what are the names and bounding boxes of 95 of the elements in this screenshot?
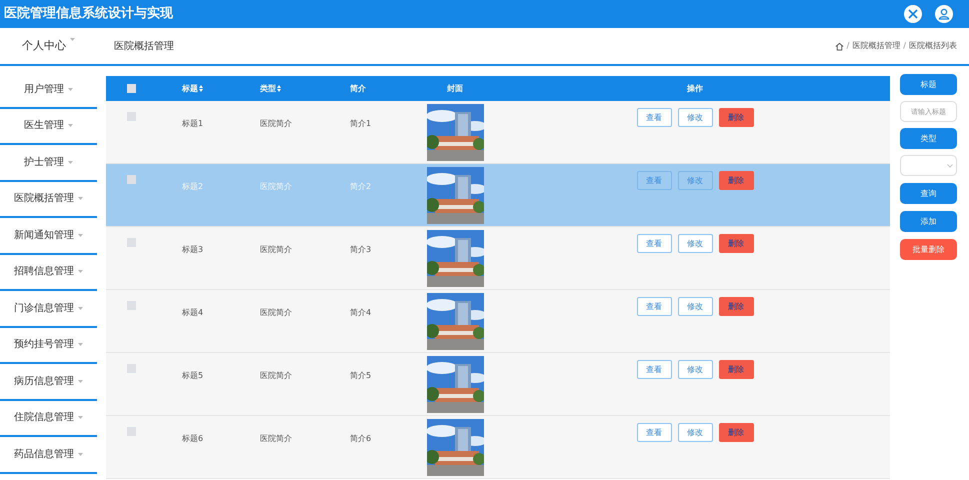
personal-center-menu[interactable]: 个人中心 bbox=[22, 38, 66, 54]
table-cell: 简介3 bbox=[350, 245, 372, 254]
chevron-icon bbox=[947, 164, 953, 168]
table-cell: 医院简介 bbox=[260, 245, 292, 254]
delete-button[interactable]: 删除 bbox=[718, 423, 754, 442]
sidebar-item[interactable]: 医院概括管理 bbox=[14, 191, 83, 206]
row-checkbox[interactable] bbox=[126, 112, 136, 121]
caret-icon bbox=[78, 234, 83, 237]
sidebar-item[interactable]: 病历信息管理 bbox=[14, 374, 83, 389]
column-header: 操作 bbox=[687, 82, 703, 94]
table-cell: 简介6 bbox=[350, 434, 372, 443]
table-row[interactable]: 标题3 医院简介 简介3 查看 修改 删除 bbox=[106, 227, 890, 290]
table-cell: 医院简介 bbox=[260, 182, 292, 191]
view-button[interactable]: 查看 bbox=[636, 297, 672, 316]
edit-button[interactable]: 修改 bbox=[678, 234, 712, 253]
caret-icon bbox=[78, 306, 83, 310]
table-cell: 简介5 bbox=[350, 371, 372, 380]
caret-icon bbox=[70, 38, 75, 41]
sidebar-item[interactable]: 护士管理 bbox=[24, 154, 73, 170]
table-cell: 医院简介 bbox=[260, 371, 292, 380]
breadcrumb-current: 医院概括列表 bbox=[909, 40, 957, 52]
batch-delete-button[interactable]: 批量删除 bbox=[900, 239, 957, 260]
user-icon[interactable] bbox=[935, 5, 953, 23]
table-cell: 标题1 bbox=[182, 119, 204, 128]
table-cell: 简介1 bbox=[350, 119, 372, 128]
type-select[interactable] bbox=[900, 155, 957, 176]
view-button[interactable]: 查看 bbox=[636, 108, 672, 127]
sidebar-item[interactable]: 医生管理 bbox=[24, 118, 73, 134]
table-row[interactable]: 标题2 医院简介 简介2 查看 修改 删除 bbox=[106, 164, 890, 227]
table-cell: 标题4 bbox=[182, 308, 204, 317]
row-checkbox[interactable] bbox=[126, 364, 136, 373]
sidebar-item[interactable]: 住院信息管理 bbox=[14, 410, 83, 426]
view-button[interactable]: 查看 bbox=[636, 360, 672, 379]
delete-button[interactable]: 删除 bbox=[718, 360, 754, 379]
edit-button[interactable]: 修改 bbox=[678, 108, 712, 127]
view-button[interactable]: 查看 bbox=[636, 423, 672, 442]
delete-button[interactable]: 删除 bbox=[718, 171, 754, 190]
edit-button[interactable]: 修改 bbox=[678, 297, 712, 316]
column-header: 简介 bbox=[350, 82, 366, 94]
table-cell: 标题2 bbox=[182, 182, 204, 191]
sortable-column-header[interactable]: 标题 bbox=[182, 82, 198, 94]
table-cell: 标题6 bbox=[182, 434, 204, 443]
breadcrumb-separator: / bbox=[846, 40, 850, 52]
table-cell: 标题3 bbox=[182, 245, 204, 254]
view-button[interactable]: 查看 bbox=[636, 234, 672, 253]
edit-button[interactable]: 修改 bbox=[678, 360, 712, 379]
row-checkbox[interactable] bbox=[126, 427, 136, 436]
sidebar-item[interactable]: 新闻通知管理 bbox=[14, 228, 83, 243]
table-row[interactable]: 标题5 医院简介 简介5 查看 修改 删除 bbox=[106, 353, 890, 416]
row-checkbox[interactable] bbox=[126, 238, 136, 247]
sidebar-item[interactable]: 预约挂号管理 bbox=[14, 337, 83, 352]
field-label: 标题 bbox=[900, 74, 957, 95]
column-header: 封面 bbox=[447, 82, 463, 94]
caret-icon bbox=[68, 88, 73, 91]
sidebar-item[interactable]: 招聘信息管理 bbox=[14, 264, 83, 280]
panel-button[interactable]: 查询 bbox=[900, 183, 957, 204]
sort-icon[interactable] bbox=[277, 85, 281, 92]
page-title: 医院概括管理 bbox=[114, 40, 174, 54]
row-checkbox[interactable] bbox=[126, 175, 136, 184]
delete-button[interactable]: 删除 bbox=[718, 108, 754, 127]
field-label: 类型 bbox=[900, 128, 957, 149]
table-cell: 简介2 bbox=[350, 182, 372, 191]
sortable-column-header[interactable]: 类型 bbox=[260, 82, 276, 94]
caret-icon bbox=[78, 343, 83, 346]
panel-button[interactable]: 添加 bbox=[900, 211, 957, 232]
table-row[interactable]: 标题1 医院简介 简介1 查看 修改 删除 bbox=[106, 101, 890, 164]
caret-icon bbox=[78, 270, 83, 274]
delete-button[interactable]: 删除 bbox=[718, 297, 754, 316]
delete-button[interactable]: 删除 bbox=[718, 234, 754, 253]
caret-icon bbox=[78, 416, 83, 420]
edit-button[interactable]: 修改 bbox=[678, 423, 712, 442]
caret-icon bbox=[68, 160, 73, 164]
table-cell: 医院简介 bbox=[260, 308, 292, 317]
sidebar-item[interactable]: 用户管理 bbox=[24, 82, 73, 97]
home-icon[interactable] bbox=[834, 42, 844, 50]
breadcrumb-separator: / bbox=[903, 40, 906, 52]
table-row[interactable]: 标题6 医院简介 简介6 查看 修改 删除 bbox=[106, 416, 890, 479]
table-cell: 标题5 bbox=[182, 371, 204, 380]
view-button[interactable]: 查看 bbox=[636, 171, 672, 190]
table-cell: 医院简介 bbox=[260, 434, 292, 443]
select-all-checkbox[interactable] bbox=[126, 84, 136, 93]
sidebar-item[interactable]: 药品信息管理 bbox=[14, 446, 83, 462]
row-checkbox[interactable] bbox=[126, 301, 136, 310]
caret-icon bbox=[68, 124, 73, 128]
caret-icon bbox=[78, 380, 83, 383]
sidebar-item[interactable]: 门诊信息管理 bbox=[14, 300, 83, 316]
table-row[interactable]: 标题4 医院简介 简介4 查看 修改 删除 bbox=[106, 290, 890, 353]
sort-icon[interactable] bbox=[199, 85, 203, 92]
table-cell: 医院简介 bbox=[260, 119, 292, 128]
caret-icon bbox=[78, 197, 83, 200]
breadcrumb-link[interactable]: 医院概括管理 bbox=[852, 40, 900, 52]
edit-button[interactable]: 修改 bbox=[678, 171, 712, 190]
table-cell: 简介4 bbox=[350, 308, 372, 317]
app-title: 医院管理信息系统设计与实现 bbox=[4, 4, 173, 24]
caret-icon bbox=[78, 452, 83, 456]
